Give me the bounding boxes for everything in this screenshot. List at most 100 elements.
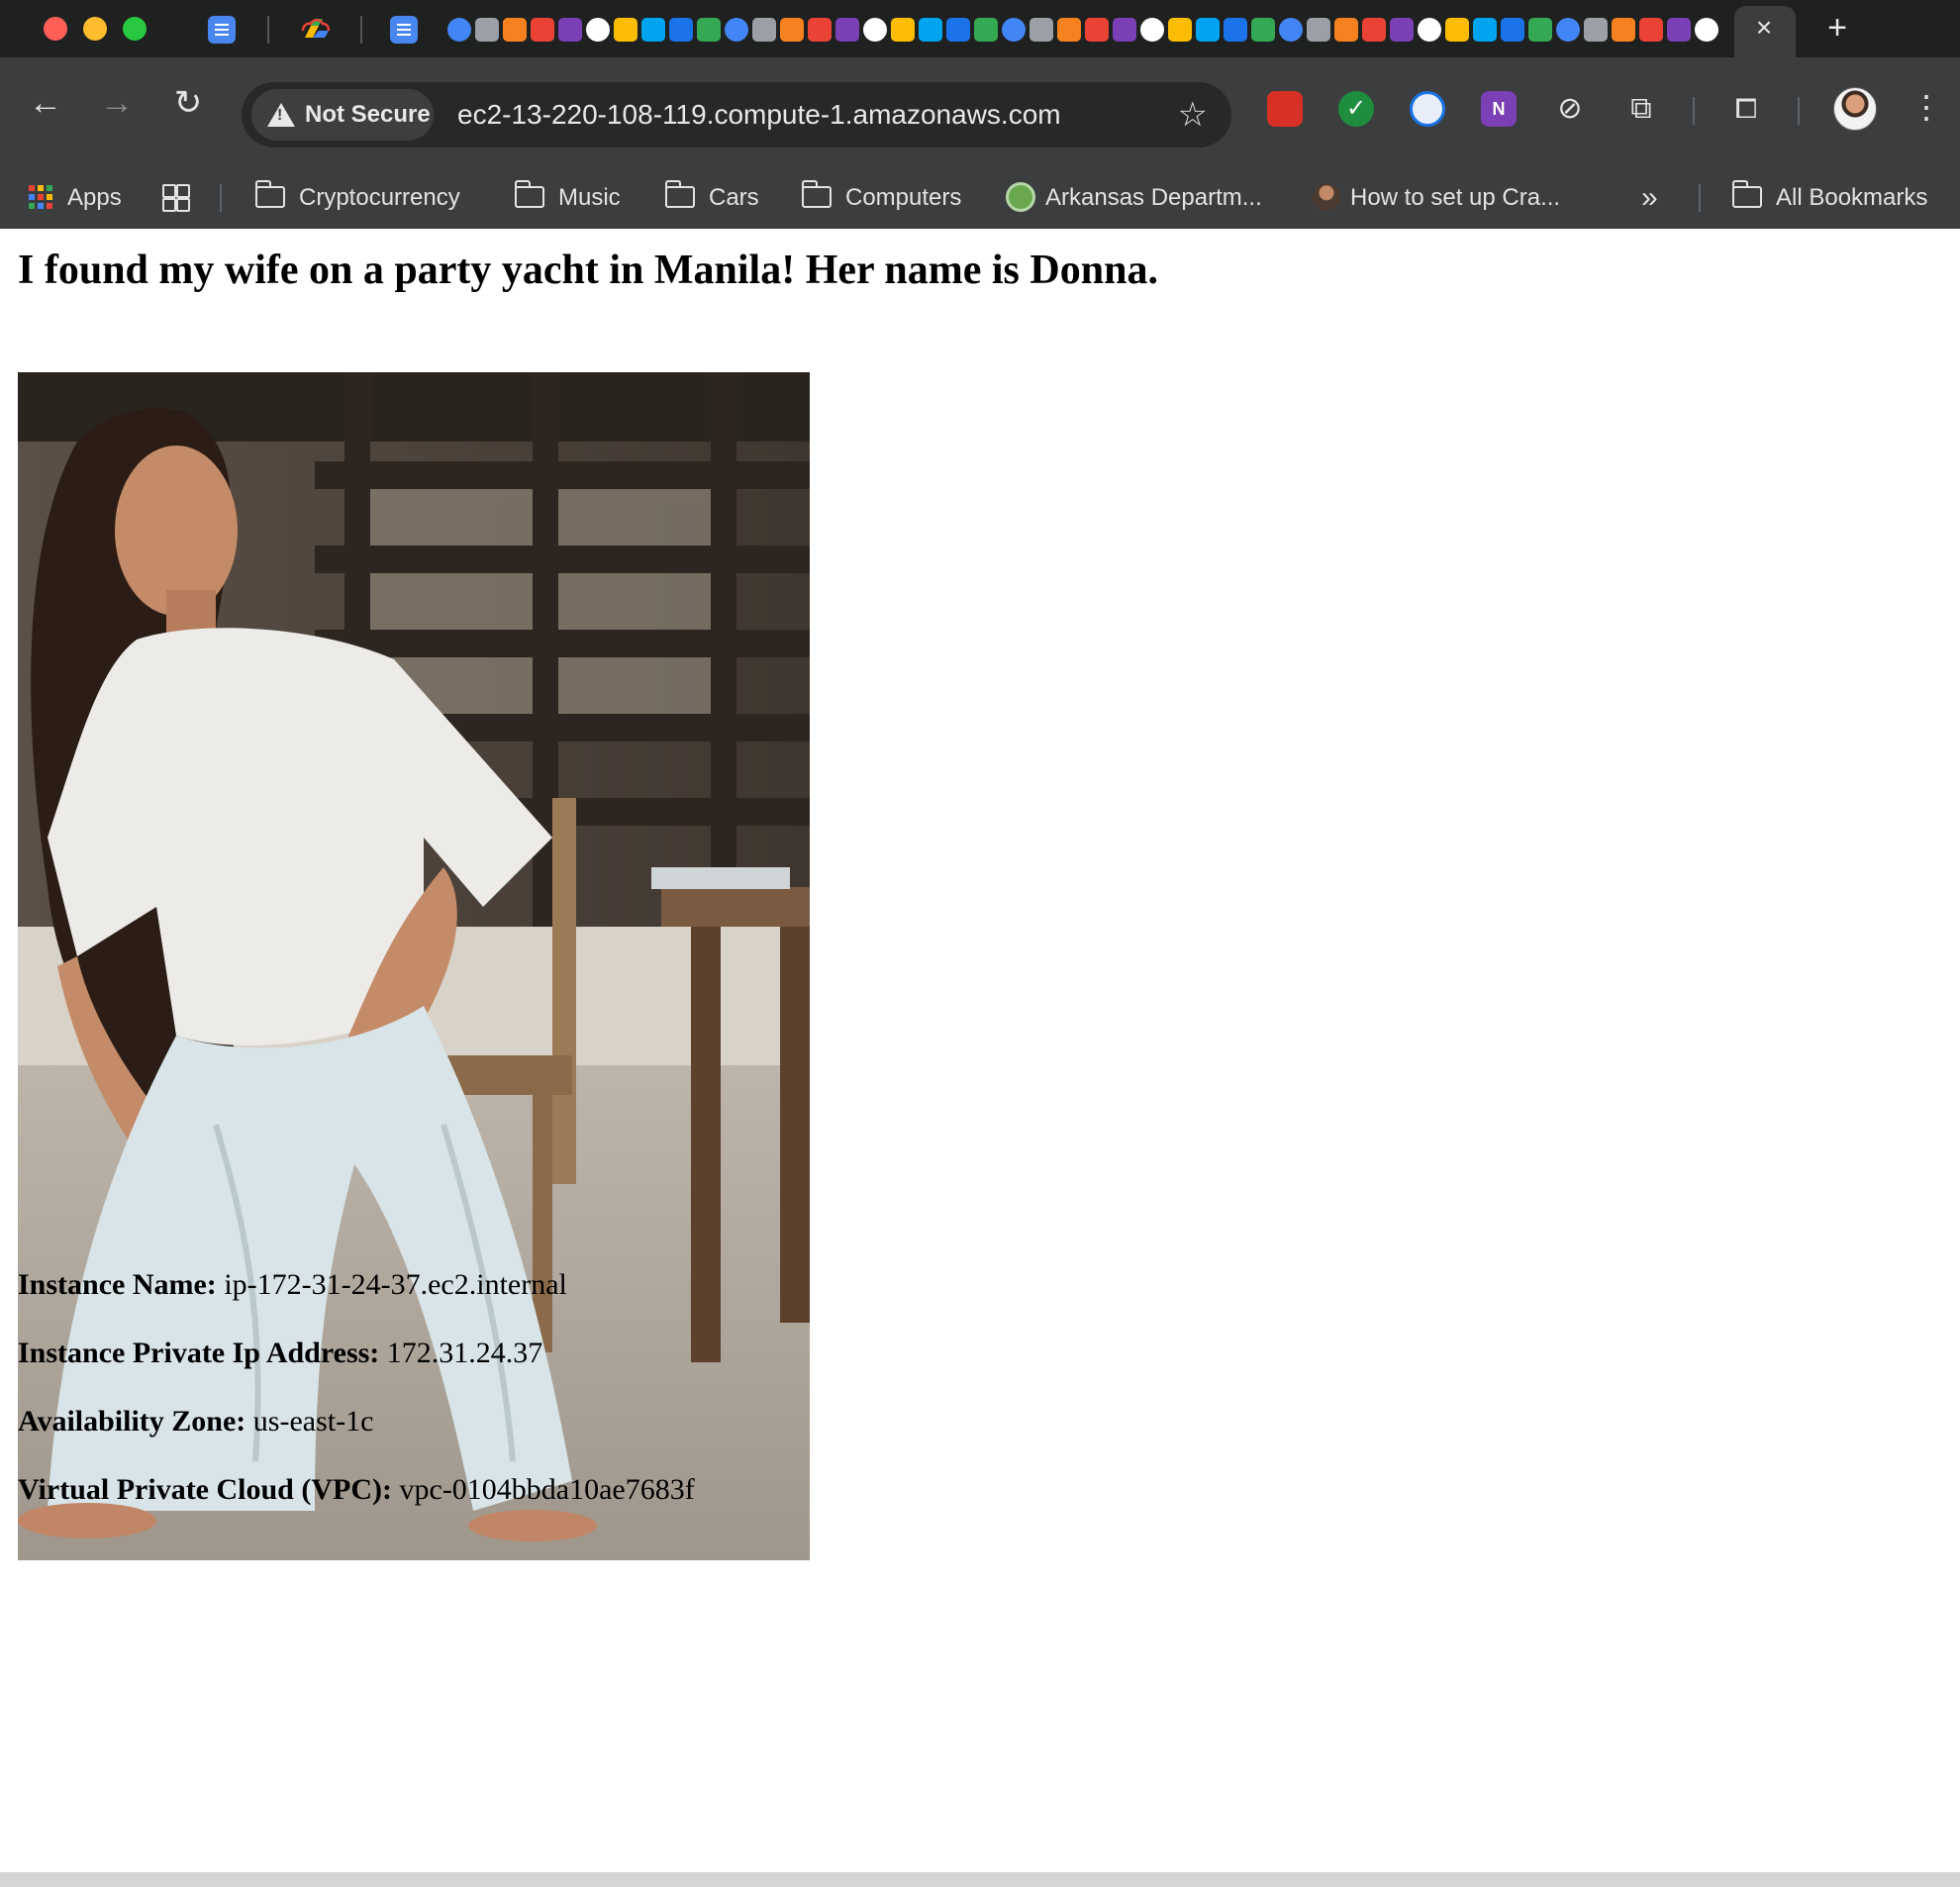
tab-favicon-icon[interactable] [1695, 18, 1718, 42]
tab-favicon-icon[interactable] [919, 18, 942, 42]
tab-favicon-icon[interactable] [1445, 18, 1469, 42]
onenote-extension-icon[interactable]: N [1481, 91, 1517, 127]
pinned-tab-docs-2[interactable] [390, 14, 418, 46]
tab-favicon-icon[interactable] [1528, 18, 1552, 42]
blocked-extension-icon[interactable]: ⊘ [1552, 91, 1588, 127]
bookmark-all-bookmarks[interactable]: All Bookmarks [1732, 168, 1927, 228]
private-ip-label: Instance Private Ip Address: [18, 1337, 380, 1369]
reload-button[interactable]: ↻ [166, 81, 210, 125]
browser-menu-icon[interactable]: ⋮ [1911, 85, 1942, 129]
tab-favicon-icon[interactable] [1279, 18, 1303, 42]
bookmark-label: Arkansas Departm... [1045, 184, 1262, 211]
tab-favicon-icon[interactable] [1362, 18, 1386, 42]
close-window-button[interactable] [44, 17, 67, 41]
address-bar[interactable]: Not Secure ec2-13-220-108-119.compute-1.… [242, 82, 1231, 148]
tab-favicon-icon[interactable] [1667, 18, 1691, 42]
bookmark-label: Music [558, 184, 621, 211]
tab-favicon-icon[interactable] [1168, 18, 1192, 42]
google-drive-icon [301, 19, 331, 38]
browser-toolbar: ← → ↻ Not Secure ec2-13-220-108-119.comp… [0, 57, 1960, 168]
tab-favicon-icon[interactable] [1113, 18, 1136, 42]
bookmark-arkansas[interactable]: Arkansas Departm... [1006, 168, 1262, 228]
url-text[interactable]: ec2-13-220-108-119.compute-1.amazonaws.c… [457, 82, 1061, 148]
tab-favicon-icon[interactable] [946, 18, 970, 42]
bookmark-star-icon[interactable]: ☆ [1178, 82, 1208, 148]
tab-favicon-icon[interactable] [586, 18, 610, 42]
security-chip[interactable]: Not Secure [251, 89, 434, 141]
tab-favicon-icon[interactable] [614, 18, 637, 42]
availability-zone-line: Availability Zone: us-east-1c [18, 1402, 373, 1441]
tab-favicon-icon[interactable] [1057, 18, 1081, 42]
tab-favicon-icon[interactable] [641, 18, 665, 42]
bookmarks-divider [220, 184, 222, 212]
tab-favicon-icon[interactable] [1334, 18, 1358, 42]
bookmark-apps[interactable]: Apps [28, 168, 122, 228]
tab-favicon-icon[interactable] [1002, 18, 1026, 42]
vpc-label: Virtual Private Cloud (VPC): [18, 1473, 392, 1506]
bookmark-folder-music[interactable]: Music [515, 168, 621, 228]
tab-favicon-icon[interactable] [725, 18, 748, 42]
tab-favicon-icon[interactable] [974, 18, 998, 42]
tab-favicon-icon[interactable] [808, 18, 832, 42]
bookmark-folder-cryptocurrency[interactable]: Cryptocurrency [255, 168, 460, 228]
tab-favicon-icon[interactable] [752, 18, 776, 42]
tab-favicon-icon[interactable] [1251, 18, 1275, 42]
tab-favicon-icon[interactable] [1556, 18, 1580, 42]
tab-favicon-icon[interactable] [835, 18, 859, 42]
zoom-window-button[interactable] [123, 17, 147, 41]
tab-favicon-icon[interactable] [1390, 18, 1414, 42]
bookmark-label: How to set up Cra... [1350, 184, 1561, 211]
tab-favicon-icon[interactable] [780, 18, 804, 42]
bookmark-crafty-setup[interactable]: How to set up Cra... [1313, 168, 1560, 228]
tab-favicon-icon[interactable] [1501, 18, 1524, 42]
bookmarks-bar: Apps Cryptocurrency Music Cars Computers… [0, 168, 1960, 229]
forward-button[interactable]: → [95, 81, 139, 125]
bookmark-label: All Bookmarks [1776, 184, 1928, 211]
instance-name-value: ip-172-31-24-37.ec2.internal [224, 1268, 567, 1301]
tab-favicon-icon[interactable] [1584, 18, 1608, 42]
pinned-tab-docs[interactable] [208, 14, 236, 46]
folder-icon [255, 179, 285, 208]
tab-favicon-icon[interactable] [1418, 18, 1441, 42]
bookmarks-overflow-chevron-icon[interactable]: » [1641, 168, 1658, 228]
reading-mode-icon[interactable]: ⧠ [1728, 91, 1764, 127]
folder-icon [665, 179, 695, 208]
tab-favicon-icon[interactable] [1473, 18, 1497, 42]
minimize-window-button[interactable] [83, 17, 107, 41]
tab-favicon-icon[interactable] [1307, 18, 1330, 42]
tab-favicon-icon[interactable] [1196, 18, 1220, 42]
warning-triangle-icon [267, 103, 295, 127]
tab-favicon-icon[interactable] [475, 18, 499, 42]
tab-favicon-icon[interactable] [1224, 18, 1247, 42]
new-tab-button[interactable]: + [1819, 10, 1855, 46]
google-docs-icon [208, 16, 236, 44]
tab-favicon-icon[interactable] [1029, 18, 1053, 42]
instance-name-label: Instance Name: [18, 1268, 217, 1301]
tab-favicon-icon[interactable] [503, 18, 527, 42]
availability-zone-label: Availability Zone: [18, 1405, 246, 1438]
back-button[interactable]: ← [24, 81, 67, 125]
tab-favicon-icon[interactable] [1612, 18, 1635, 42]
password-manager-extension-icon[interactable] [1410, 91, 1445, 127]
tab-favicon-icon[interactable] [669, 18, 693, 42]
profile-avatar[interactable] [1833, 87, 1877, 131]
tab-groups-grid-icon[interactable] [162, 184, 190, 212]
tab-favicon-icon[interactable] [1639, 18, 1663, 42]
ad-blocker-extension-icon[interactable] [1267, 91, 1303, 127]
tab-close-icon[interactable]: × [1752, 12, 1776, 44]
tab-favicon-icon[interactable] [891, 18, 915, 42]
compressed-tabs-row [447, 14, 1732, 46]
tab-favicon-icon[interactable] [531, 18, 554, 42]
tab-favicon-icon[interactable] [1140, 18, 1164, 42]
pinned-tab-drive[interactable] [299, 14, 331, 46]
checkmark-extension-icon[interactable]: ✓ [1338, 91, 1374, 127]
bookmark-folder-computers[interactable]: Computers [802, 168, 961, 228]
tab-favicon-icon[interactable] [1085, 18, 1109, 42]
folder-icon [802, 179, 832, 208]
bookmark-folder-cars[interactable]: Cars [665, 168, 759, 228]
tab-favicon-icon[interactable] [447, 18, 471, 42]
tab-favicon-icon[interactable] [558, 18, 582, 42]
tab-favicon-icon[interactable] [863, 18, 887, 42]
extensions-puzzle-icon[interactable]: ⧉ [1623, 91, 1659, 127]
tab-favicon-icon[interactable] [697, 18, 721, 42]
